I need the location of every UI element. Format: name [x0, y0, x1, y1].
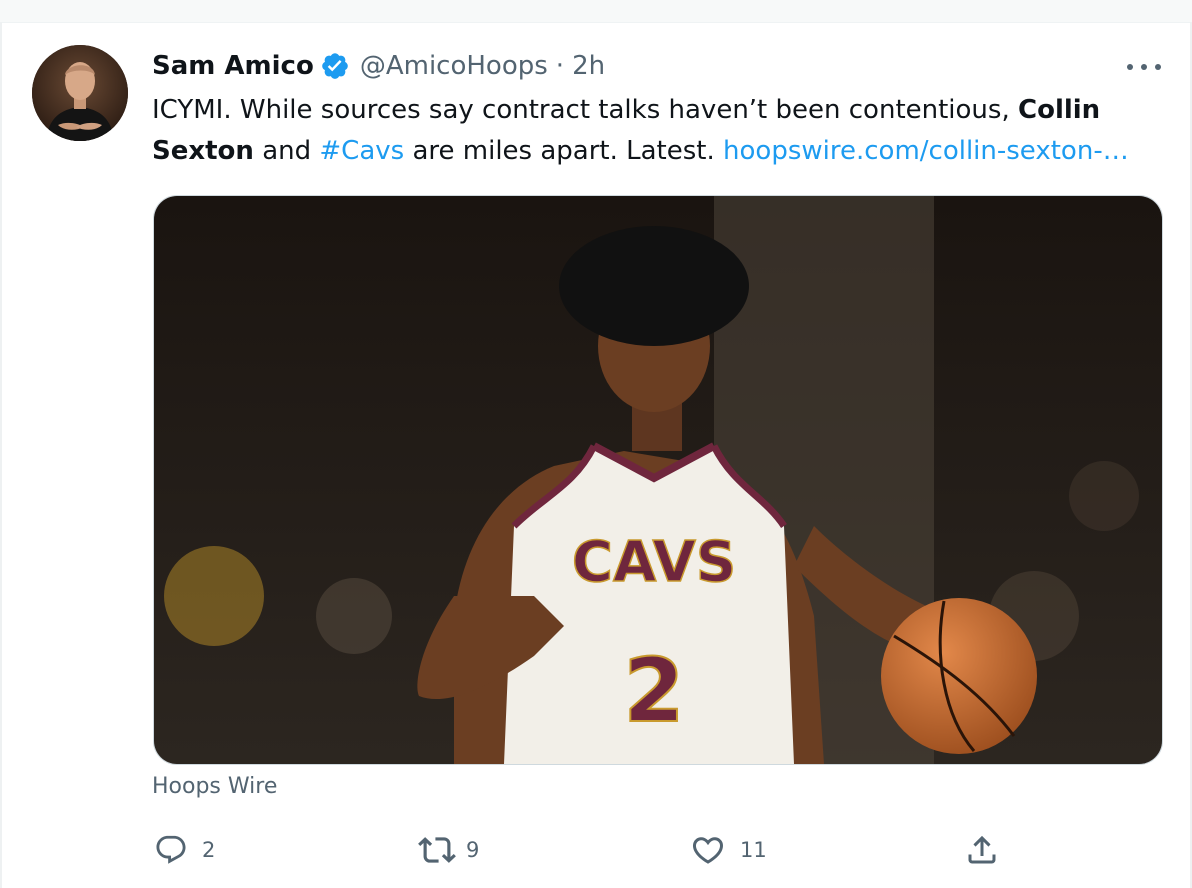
top-border [0, 0, 1192, 23]
like-button[interactable]: 11 [690, 830, 767, 870]
verified-badge-icon [320, 51, 350, 81]
author-name[interactable]: Sam Amico [152, 51, 314, 81]
tweet-line-1: ICYMI. While sources say contract talks … [152, 90, 1152, 131]
timestamp[interactable]: 2h [572, 51, 605, 81]
avatar[interactable] [32, 45, 128, 141]
jersey-team-text: CAVS [572, 530, 736, 595]
tweet-text-segment: ICYMI. While sources say contract talks … [152, 95, 1010, 125]
hashtag-link[interactable]: #Cavs [319, 136, 404, 166]
like-count: 11 [740, 838, 767, 862]
mention-bold-sexton: Sexton [152, 136, 254, 166]
retweet-icon [418, 837, 456, 863]
mention-bold-collin: Collin [1018, 95, 1101, 125]
reply-icon [156, 835, 186, 864]
avatar-image [32, 45, 128, 141]
left-border [0, 22, 2, 888]
retweet-count: 9 [466, 838, 480, 862]
author-handle[interactable]: @AmicoHoops [360, 51, 548, 81]
reply-button[interactable]: 2 [154, 830, 215, 870]
tweet-line-2: Sexton and #Cavs are miles apart. Latest… [152, 131, 1152, 172]
tweet-text: ICYMI. While sources say contract talks … [152, 90, 1152, 172]
heart-icon [692, 837, 724, 864]
tweet-text-segment: and [262, 136, 312, 166]
article-link[interactable]: hoopswire.com/collin-sexton-… [723, 136, 1129, 166]
tweet-header: Sam Amico @AmicoHoops · 2h [152, 48, 605, 84]
reply-count: 2 [202, 838, 216, 862]
more-options-icon[interactable] [1127, 60, 1161, 74]
retweet-button[interactable]: 9 [418, 830, 479, 870]
share-icon [968, 835, 996, 864]
player-photo: CAVS 2 [154, 196, 1162, 764]
jersey-number-text: 2 [623, 639, 684, 742]
tweet-text-segment: are miles apart. Latest. [412, 136, 715, 166]
link-card-source[interactable]: Hoops Wire [152, 774, 277, 799]
separator-dot: · [555, 51, 565, 81]
media-card-image[interactable]: CAVS 2 [153, 195, 1163, 765]
share-button[interactable] [964, 830, 1000, 870]
